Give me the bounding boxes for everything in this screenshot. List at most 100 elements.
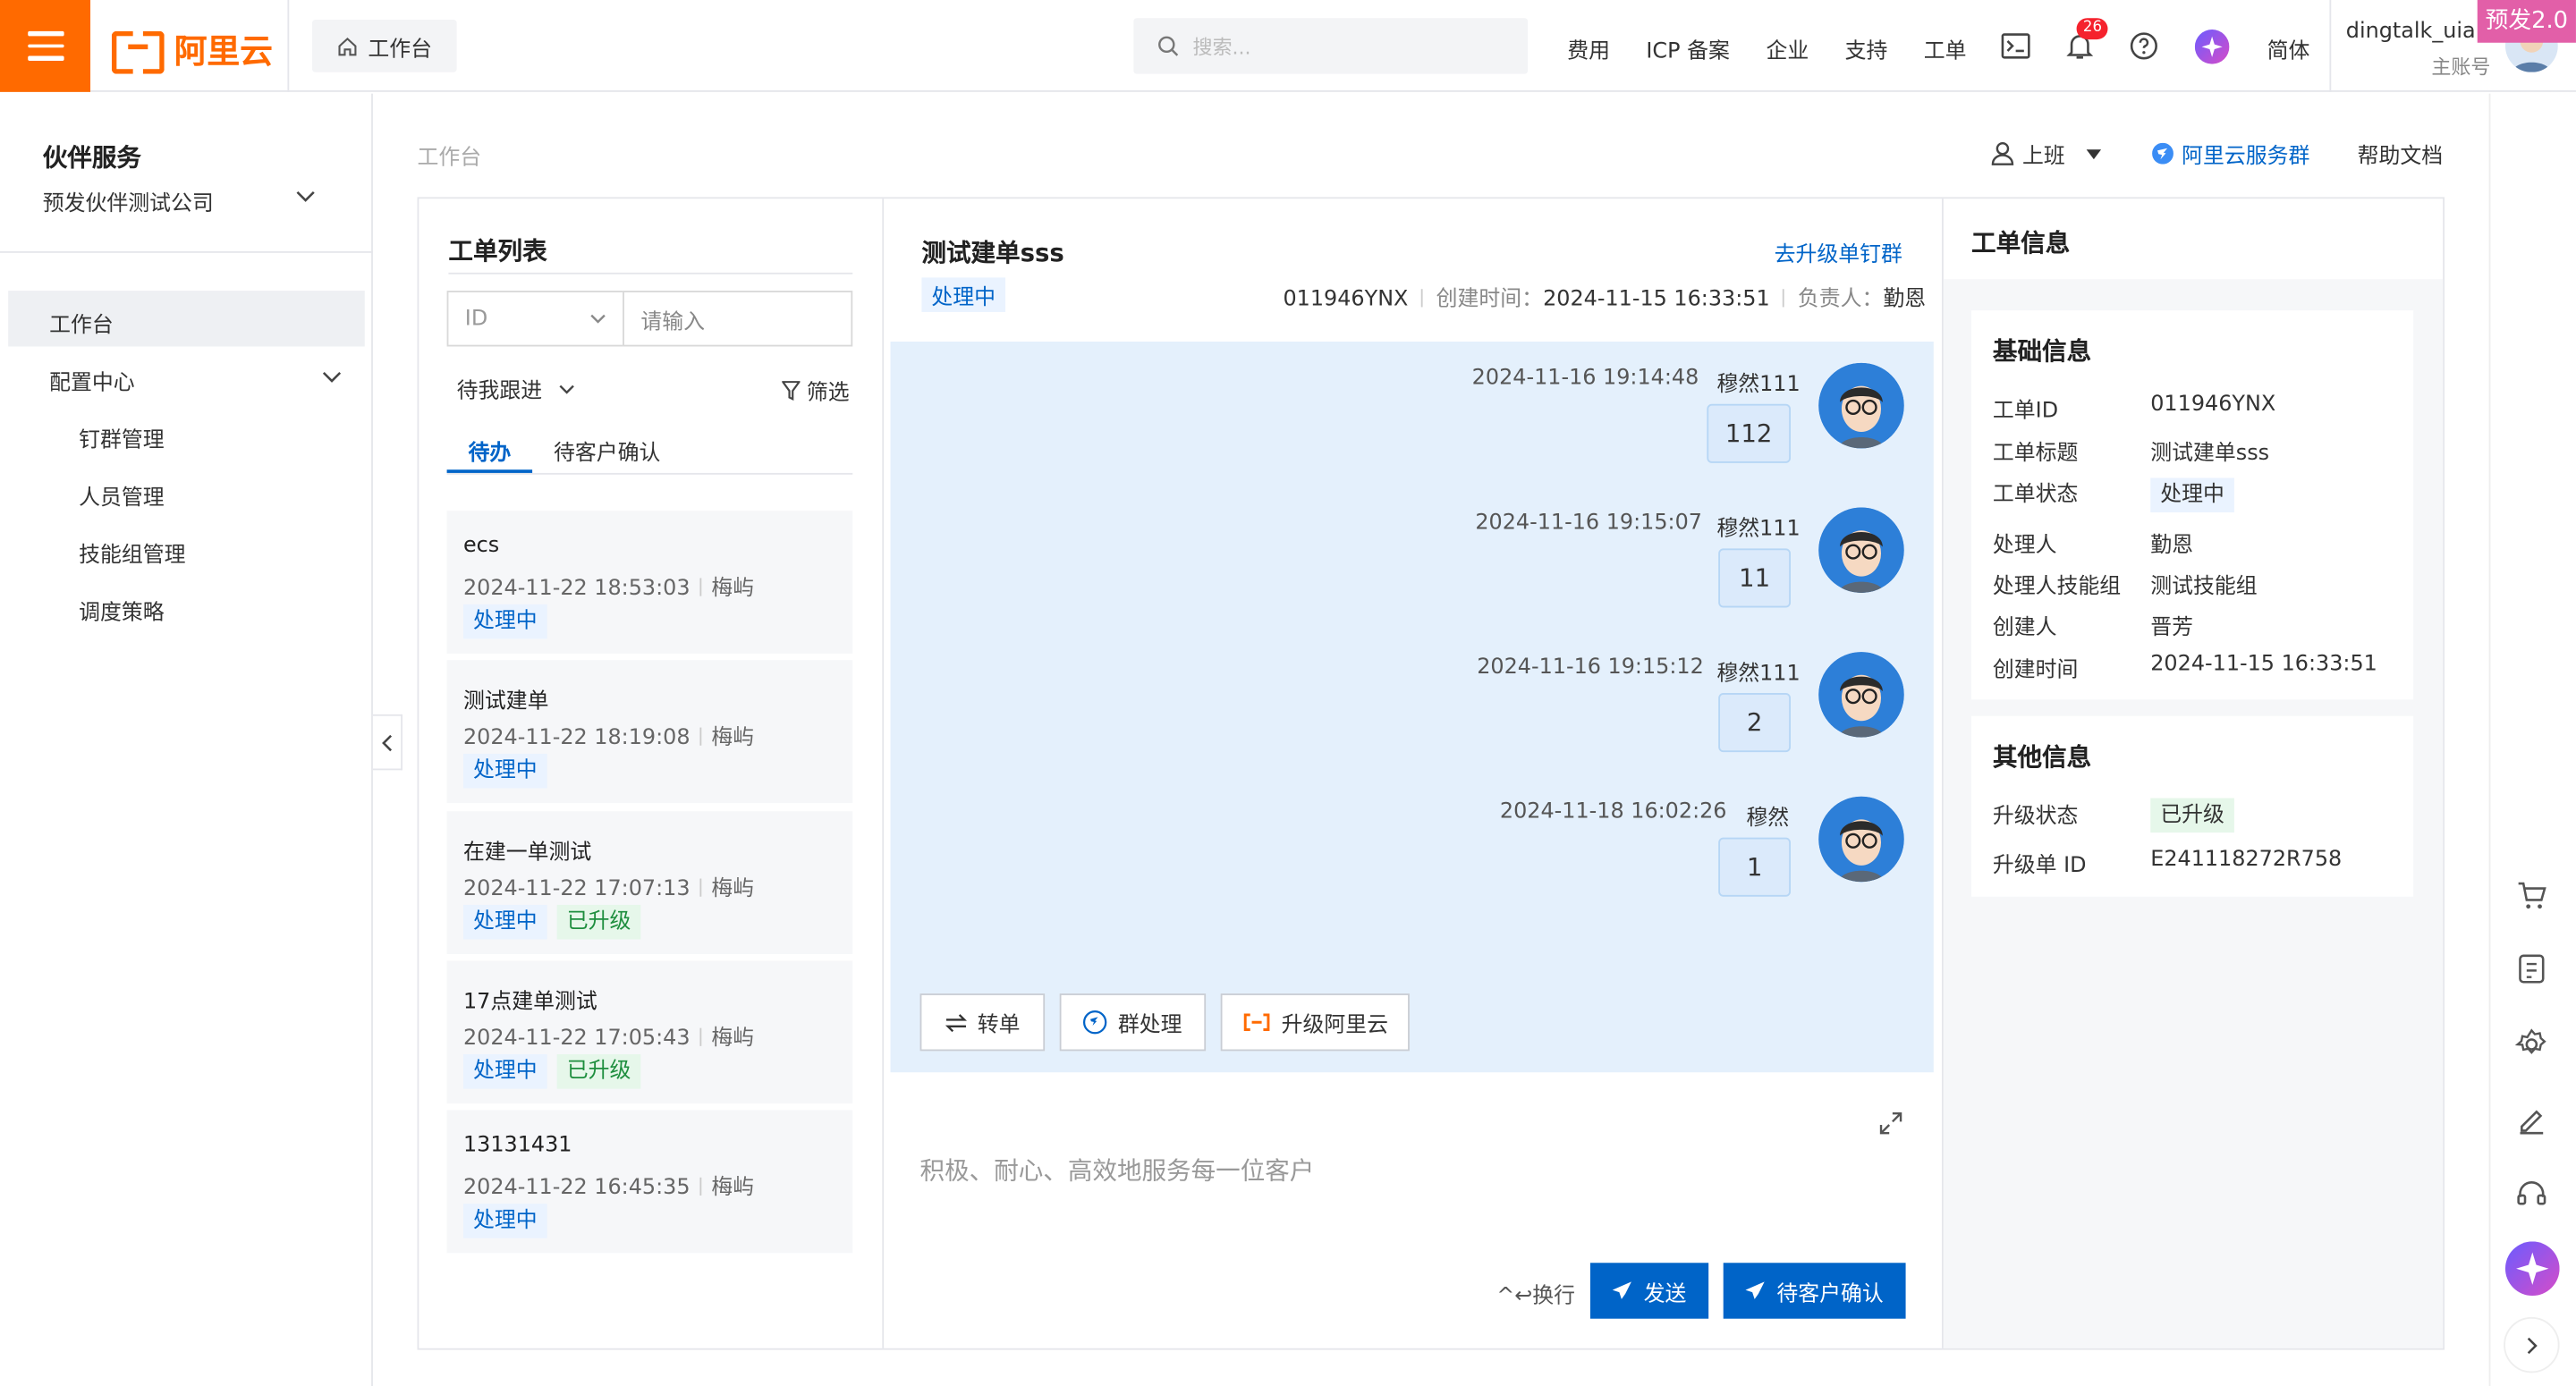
service-group-link[interactable]: 阿里云服务群 xyxy=(2152,138,2309,169)
message-bubble[interactable]: 1 xyxy=(1718,837,1792,897)
sidebar-item-workbench[interactable]: 工作台 xyxy=(49,307,114,339)
filter-label: 筛选 xyxy=(806,381,850,406)
aliyun-logo[interactable]: 阿里云 xyxy=(111,25,273,74)
home-tab[interactable]: 工作台 xyxy=(311,20,457,72)
filter-button[interactable]: 筛选 xyxy=(782,375,850,406)
message-bubble[interactable]: 11 xyxy=(1718,548,1792,608)
nav-fees[interactable]: 费用 xyxy=(1567,33,1610,64)
nav-ticket[interactable]: 工单 xyxy=(1924,33,1967,64)
ticket-search-input[interactable]: 请输入 xyxy=(623,291,853,347)
sidebar-item-staff-mgmt[interactable]: 人员管理 xyxy=(79,479,165,511)
chat-meta: 011946YNX 创建时间：2024-11-15 16:33:51 负责人：勤恩 xyxy=(1283,281,1926,312)
notification-badge: 26 xyxy=(2076,18,2109,40)
send-button[interactable]: 发送 xyxy=(1589,1263,1709,1319)
id-select[interactable]: ID xyxy=(446,291,624,347)
status-badge: 处理中 xyxy=(462,753,547,789)
ticket-meta: 2024-11-22 18:53:03 梅屿 xyxy=(463,570,755,602)
chevron-down-icon[interactable] xyxy=(322,371,342,385)
message-sender: 穆然111 xyxy=(1716,372,1801,398)
company-selector[interactable]: 预发伙伴测试公司 xyxy=(43,186,214,217)
ticket-card[interactable]: ecs 2024-11-22 18:53:03 梅屿 处理中 xyxy=(446,511,853,654)
message-time: 2024-11-16 19:14:48 xyxy=(1471,366,1699,392)
transfer-button[interactable]: 转单 xyxy=(919,993,1046,1052)
message-bubble[interactable]: 2 xyxy=(1718,693,1792,753)
status-badge: 处理中 xyxy=(921,277,1006,312)
gear-icon[interactable] xyxy=(2513,1027,2549,1062)
ticket-tags: 处理中 已升级 xyxy=(462,904,641,940)
duty-status-dropdown[interactable]: 上班 xyxy=(1991,138,2102,169)
ticket-time: 2024-11-22 17:07:13 xyxy=(462,876,691,902)
caret-down-icon xyxy=(2086,148,2102,159)
rail-expand-button[interactable] xyxy=(2504,1316,2560,1373)
upgrade-aliyun-button[interactable]: 升级阿里云 xyxy=(1220,993,1410,1052)
assistant-icon[interactable] xyxy=(2194,30,2230,64)
sidebar-item-group-mgmt[interactable]: 钉群管理 xyxy=(79,422,165,453)
ticket-owner: 梅屿 xyxy=(711,725,755,751)
language-switch[interactable]: 简体 xyxy=(2267,33,2310,64)
column-divider xyxy=(882,199,885,1348)
sidebar xyxy=(0,93,373,1386)
nav-icp[interactable]: ICP 备案 xyxy=(1646,33,1729,64)
send-icon xyxy=(1613,1281,1632,1299)
ticket-meta: 2024-11-22 18:19:08 梅屿 xyxy=(463,719,755,751)
tab-todo[interactable]: 待办 xyxy=(468,435,511,467)
message-input[interactable]: 积极、耐心、高效地服务每一位客户 xyxy=(920,1153,1315,1187)
ticket-card[interactable]: 13131431 2024-11-22 16:45:35 梅屿 处理中 xyxy=(446,1110,853,1254)
message-bubble[interactable]: 112 xyxy=(1707,403,1792,463)
escalate-group-link[interactable]: 去升级单钉群 xyxy=(1775,236,1902,268)
ticket-card[interactable]: 17点建单测试 2024-11-22 17:05:43 梅屿 处理中 已升级 xyxy=(446,960,853,1104)
message-time: 2024-11-16 19:15:07 xyxy=(1475,511,1702,536)
sidebar-collapse-button[interactable] xyxy=(372,714,402,771)
info-key: 创建人 xyxy=(1992,615,2057,641)
chevron-left-icon xyxy=(382,733,393,751)
sidebar-item-config[interactable]: 配置中心 xyxy=(49,365,135,396)
help-docs-link[interactable]: 帮助文档 xyxy=(2358,138,2444,170)
logo-mark-icon xyxy=(111,30,165,74)
bot-icon xyxy=(1818,507,1904,593)
chevron-down-icon[interactable] xyxy=(296,190,316,204)
edit-icon[interactable] xyxy=(2513,1102,2549,1137)
info-value: 测试建单sss xyxy=(2150,442,2270,467)
headset-icon[interactable] xyxy=(2513,1176,2549,1212)
sidebar-item-dispatch[interactable]: 调度策略 xyxy=(79,595,165,626)
ticket-meta: 2024-11-22 17:07:13 梅屿 xyxy=(462,870,754,902)
created-time: 2024-11-15 16:33:51 xyxy=(1543,287,1770,312)
invoice-icon[interactable] xyxy=(2513,951,2549,986)
env-tag: 预发2.0 xyxy=(2477,0,2576,43)
terminal-icon[interactable] xyxy=(2001,33,2030,59)
nav-support[interactable]: 支持 xyxy=(1845,33,1888,64)
info-value: 2024-11-15 16:33:51 xyxy=(2150,652,2377,677)
sidebar-item-skill-mgmt[interactable]: 技能组管理 xyxy=(79,537,185,569)
help-icon[interactable] xyxy=(2129,31,2158,61)
assistant-icon[interactable] xyxy=(2504,1241,2560,1296)
message-time: 2024-11-16 19:15:12 xyxy=(1477,655,1704,680)
basic-info-card: 基础信息 工单ID 011946YNX 工单标题 测试建单sss 工单状态 处理… xyxy=(1971,310,2414,700)
cart-icon[interactable] xyxy=(2513,877,2549,913)
await-confirm-label: 待客户确认 xyxy=(1776,1281,1884,1306)
follow-filter-dropdown[interactable]: 待我跟进 xyxy=(457,373,575,404)
await-confirm-button[interactable]: 待客户确认 xyxy=(1723,1263,1906,1319)
tab-await-confirm[interactable]: 待客户确认 xyxy=(554,435,660,467)
user-role: 主账号 xyxy=(2431,55,2491,80)
info-key: 创建时间 xyxy=(1992,658,2079,683)
nav-enterprise[interactable]: 企业 xyxy=(1766,33,1809,64)
search-input[interactable]: 搜索... xyxy=(1133,18,1529,74)
ticket-list-title: 工单列表 xyxy=(448,236,547,266)
sidebar-divider xyxy=(0,250,373,253)
ticket-owner: 梅屿 xyxy=(711,576,755,602)
created-label: 创建时间： xyxy=(1436,287,1544,312)
ticket-card[interactable]: 在建一单测试 2024-11-22 17:07:13 梅屿 处理中 已升级 xyxy=(446,811,853,955)
ticket-card[interactable]: 测试建单 2024-11-22 18:19:08 梅屿 处理中 xyxy=(446,660,853,804)
bot-icon xyxy=(1818,796,1904,883)
user-name[interactable]: dingtalk_uia... xyxy=(2346,20,2496,45)
send-icon xyxy=(1746,1281,1766,1299)
info-key: 升级状态 xyxy=(1992,804,2079,830)
basic-info-title: 基础信息 xyxy=(1992,336,2092,367)
expand-icon[interactable] xyxy=(1877,1110,1903,1136)
group-handle-button[interactable]: 群处理 xyxy=(1059,993,1207,1052)
ticket-tags: 处理中 已升级 xyxy=(462,1054,641,1089)
message-sender: 穆然 xyxy=(1746,806,1790,832)
menu-icon[interactable] xyxy=(0,0,91,92)
info-value: 晋芳 xyxy=(2150,615,2194,641)
filter-icon xyxy=(782,380,801,401)
